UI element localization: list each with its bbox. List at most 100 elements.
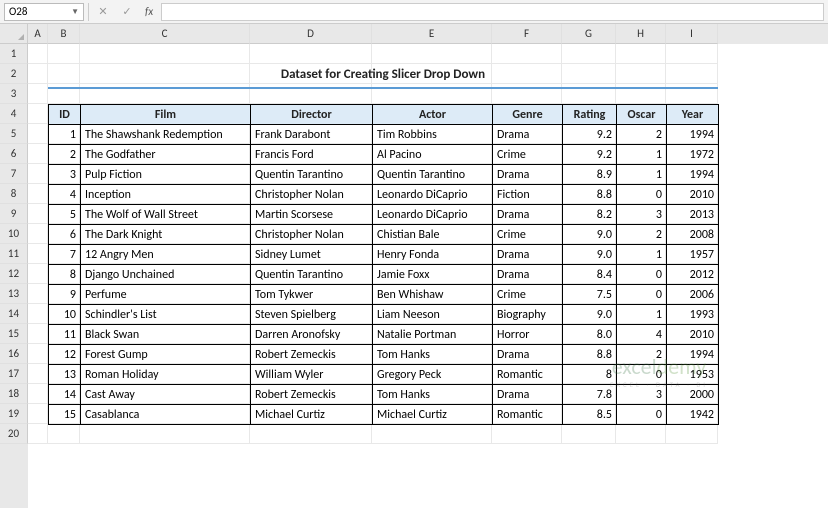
cell-id[interactable]: 13 (49, 365, 81, 385)
table-row[interactable]: 4InceptionChristopher NolanLeonardo DiCa… (49, 185, 719, 205)
cell-actor[interactable]: Chistian Bale (373, 225, 493, 245)
cancel-icon[interactable]: ✕ (93, 3, 113, 21)
cell-id[interactable]: 14 (49, 385, 81, 405)
cell-id[interactable]: 7 (49, 245, 81, 265)
cell-director[interactable]: Christopher Nolan (251, 225, 373, 245)
cell-genre[interactable]: Drama (493, 245, 563, 265)
cell-actor[interactable]: Al Pacino (373, 145, 493, 165)
confirm-icon[interactable]: ✓ (117, 3, 137, 21)
cell-year[interactable]: 1994 (667, 165, 719, 185)
row-header[interactable]: 5 (0, 124, 28, 144)
cell-genre[interactable]: Crime (493, 145, 563, 165)
cell-oscar[interactable]: 2 (617, 125, 667, 145)
cell-id[interactable]: 1 (49, 125, 81, 145)
cell-rating[interactable]: 7.5 (563, 285, 617, 305)
cell-director[interactable]: Robert Zemeckis (251, 345, 373, 365)
cell-id[interactable]: 6 (49, 225, 81, 245)
chevron-down-icon[interactable]: ▼ (71, 7, 79, 17)
column-header[interactable]: G (562, 24, 616, 44)
cell-rating[interactable]: 9.0 (563, 245, 617, 265)
table-row[interactable]: 5The Wolf of Wall StreetMartin ScorseseL… (49, 205, 719, 225)
cell-film[interactable]: The Godfather (81, 145, 251, 165)
cell-id[interactable]: 5 (49, 205, 81, 225)
table-row[interactable]: 15CasablancaMichael CurtizMichael Curtiz… (49, 405, 719, 425)
header-actor[interactable]: Actor (373, 105, 493, 125)
formula-bar[interactable] (161, 3, 824, 21)
cell-actor[interactable]: Henry Fonda (373, 245, 493, 265)
cell-film[interactable]: 12 Angry Men (81, 245, 251, 265)
cell-oscar[interactable]: 1 (617, 165, 667, 185)
row-header[interactable]: 15 (0, 324, 28, 344)
row-header[interactable]: 12 (0, 264, 28, 284)
header-id[interactable]: ID (49, 105, 81, 125)
column-header[interactable]: A (28, 24, 48, 44)
cell-genre[interactable]: Drama (493, 205, 563, 225)
cell-director[interactable]: Darren Aronofsky (251, 325, 373, 345)
cell-genre[interactable]: Crime (493, 225, 563, 245)
cell-director[interactable]: Christopher Nolan (251, 185, 373, 205)
row-header[interactable]: 2 (0, 64, 28, 84)
cell-id[interactable]: 15 (49, 405, 81, 425)
cell-film[interactable]: Forest Gump (81, 345, 251, 365)
cell-actor[interactable]: Tom Hanks (373, 385, 493, 405)
cell-genre[interactable]: Drama (493, 345, 563, 365)
cell-oscar[interactable]: 0 (617, 405, 667, 425)
cell-year[interactable]: 2008 (667, 225, 719, 245)
cell-film[interactable]: Cast Away (81, 385, 251, 405)
cell-year[interactable]: 1942 (667, 405, 719, 425)
fx-icon[interactable]: fx (145, 5, 153, 18)
row-header[interactable]: 14 (0, 304, 28, 324)
cell-rating[interactable]: 9.2 (563, 125, 617, 145)
cell-director[interactable]: Michael Curtiz (251, 405, 373, 425)
table-row[interactable]: 11Black SwanDarren AronofskyNatalie Port… (49, 325, 719, 345)
cell-oscar[interactable]: 4 (617, 325, 667, 345)
header-oscar[interactable]: Oscar (617, 105, 667, 125)
cell-actor[interactable]: Jamie Foxx (373, 265, 493, 285)
cell-actor[interactable]: Quentin Tarantino (373, 165, 493, 185)
cell-director[interactable]: Robert Zemeckis (251, 385, 373, 405)
row-header[interactable]: 9 (0, 204, 28, 224)
cell-rating[interactable]: 8 (563, 365, 617, 385)
cell-id[interactable]: 4 (49, 185, 81, 205)
cell-year[interactable]: 1957 (667, 245, 719, 265)
cell-actor[interactable]: Michael Curtiz (373, 405, 493, 425)
row-header[interactable]: 3 (0, 84, 28, 104)
cell-genre[interactable]: Drama (493, 265, 563, 285)
cell-genre[interactable]: Drama (493, 125, 563, 145)
cell-year[interactable]: 1994 (667, 125, 719, 145)
cell-genre[interactable]: Fiction (493, 185, 563, 205)
cell-actor[interactable]: Leonardo DiCaprio (373, 205, 493, 225)
column-header[interactable]: C (80, 24, 250, 44)
table-row[interactable]: 3Pulp FictionQuentin TarantinoQuentin Ta… (49, 165, 719, 185)
cell-genre[interactable]: Romantic (493, 365, 563, 385)
column-header[interactable]: F (492, 24, 562, 44)
cell-film[interactable]: The Dark Knight (81, 225, 251, 245)
cell-director[interactable]: Quentin Tarantino (251, 265, 373, 285)
cell-year[interactable]: 2012 (667, 265, 719, 285)
cell-oscar[interactable]: 3 (617, 205, 667, 225)
header-film[interactable]: Film (81, 105, 251, 125)
cell-film[interactable]: Schindler's List (81, 305, 251, 325)
cell-actor[interactable]: Ben Whishaw (373, 285, 493, 305)
cell-genre[interactable]: Crime (493, 285, 563, 305)
header-year[interactable]: Year (667, 105, 719, 125)
cell-film[interactable]: Roman Holiday (81, 365, 251, 385)
column-header[interactable]: B (48, 24, 80, 44)
table-row[interactable]: 8Django UnchainedQuentin TarantinoJamie … (49, 265, 719, 285)
row-header[interactable]: 6 (0, 144, 28, 164)
cell-director[interactable]: Sidney Lumet (251, 245, 373, 265)
cell-oscar[interactable]: 2 (617, 225, 667, 245)
cell-id[interactable]: 12 (49, 345, 81, 365)
cell-year[interactable]: 2010 (667, 325, 719, 345)
row-header[interactable]: 18 (0, 384, 28, 404)
cell-actor[interactable]: Gregory Peck (373, 365, 493, 385)
cell-rating[interactable]: 8.2 (563, 205, 617, 225)
cell-rating[interactable]: 9.2 (563, 145, 617, 165)
row-header[interactable]: 16 (0, 344, 28, 364)
cell-rating[interactable]: 8.4 (563, 265, 617, 285)
select-all-corner[interactable] (0, 24, 28, 44)
header-genre[interactable]: Genre (493, 105, 563, 125)
cell-id[interactable]: 2 (49, 145, 81, 165)
cell-year[interactable]: 1953 (667, 365, 719, 385)
cell-oscar[interactable]: 1 (617, 245, 667, 265)
